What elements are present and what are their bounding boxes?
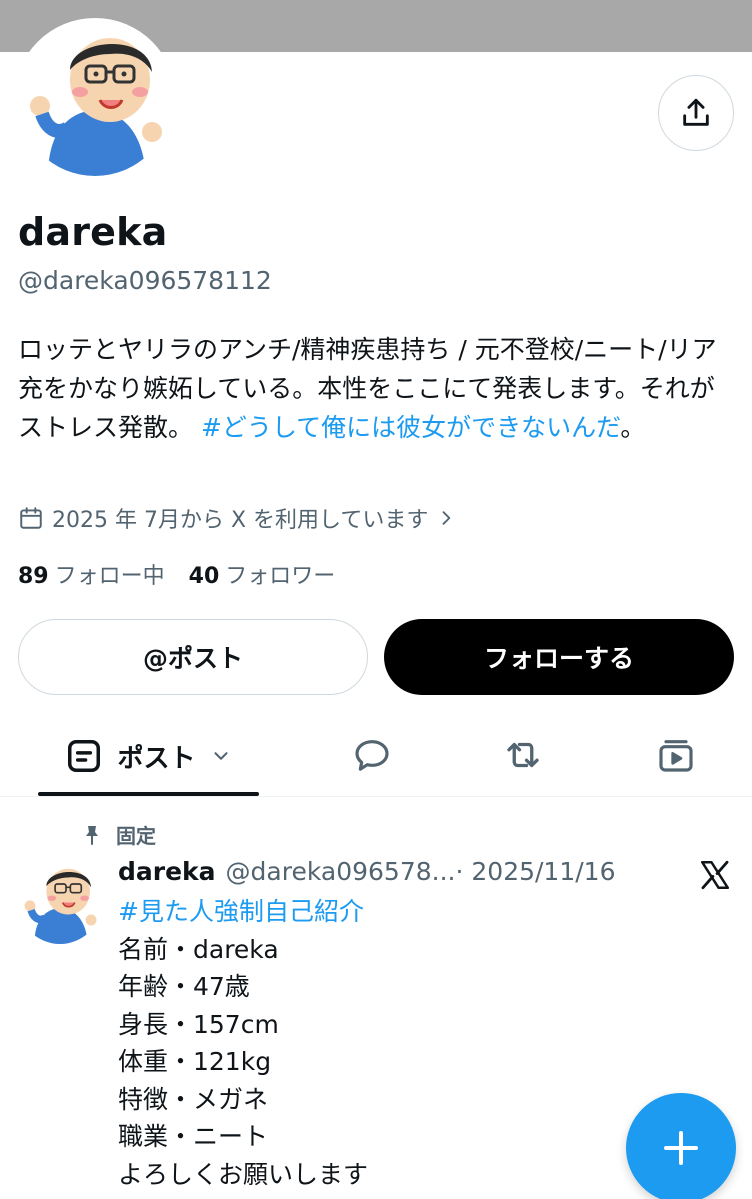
post-line: 職業・ニート <box>118 1122 269 1151</box>
bio-hashtag-link[interactable]: #どうして俺には彼女ができないんだ <box>201 413 620 442</box>
post-header: dareka @dareka096578... · 2025/11/16 <box>118 857 615 886</box>
following-count: 89 <box>18 564 49 589</box>
profile-display-name: dareka <box>18 210 168 254</box>
compose-post-button[interactable] <box>626 1093 736 1199</box>
post-author-avatar[interactable] <box>18 860 102 944</box>
chevron-right-icon <box>442 511 451 525</box>
tab-active-indicator <box>38 792 259 796</box>
follow-button[interactable]: フォローする <box>384 619 734 695</box>
mention-post-button[interactable]: @ポスト <box>18 619 368 695</box>
joined-text: 2025 年 7月から X を利用しています <box>52 508 429 533</box>
post-line: 名前・dareka <box>118 934 279 964</box>
chevron-down-icon <box>213 752 228 760</box>
pinned-indicator: 固定 <box>80 820 156 849</box>
bio-end: 。 <box>620 413 646 442</box>
tab-reposts[interactable] <box>501 733 545 777</box>
post-hashtag-link[interactable]: #見た人強制自己紹介 <box>118 893 368 931</box>
follow-stats: 89 フォロー中 40 フォロワー <box>18 558 335 590</box>
joined-date[interactable]: 2025 年 7月から X を利用しています <box>18 502 456 534</box>
post-line: 特徴・メガネ <box>118 1084 269 1114</box>
post-line: 身長・157cm <box>118 1009 279 1039</box>
calendar-icon <box>20 507 42 529</box>
posts-tab-icon <box>68 740 101 772</box>
avatar-illustration <box>18 22 172 176</box>
post-author-handle[interactable]: @dareka096578... <box>226 857 456 886</box>
following-label: フォロー中 <box>54 564 165 589</box>
followers-count: 40 <box>188 564 220 589</box>
post-author-name[interactable]: dareka <box>118 857 216 886</box>
tab-posts[interactable]: ポスト <box>38 715 259 797</box>
reply-icon <box>355 740 389 771</box>
followers-label: フォロワー <box>225 564 336 589</box>
post-avatar-illustration <box>18 860 102 944</box>
tab-posts-label: ポスト <box>117 743 196 774</box>
post-body[interactable]: #見た人強制自己紹介 名前・dareka 年齢・47歳 身長・157cm 体重・… <box>118 893 368 1193</box>
share-icon <box>683 98 709 126</box>
x-logo-icon <box>700 860 730 890</box>
tab-replies[interactable] <box>350 733 394 777</box>
post-date[interactable]: · 2025/11/16 <box>455 857 615 886</box>
media-icon <box>659 740 693 772</box>
repost-icon <box>507 742 539 768</box>
tab-media[interactable] <box>654 733 698 777</box>
profile-tabs: ポスト <box>0 715 752 797</box>
post-line: よろしくお願いします <box>118 1159 369 1189</box>
pinned-label: 固定 <box>116 824 156 848</box>
followers-link[interactable]: 40 フォロワー <box>189 558 336 590</box>
plus-icon <box>664 1131 698 1165</box>
post-line: 年齢・47歳 <box>118 972 250 1001</box>
share-button[interactable] <box>658 75 734 151</box>
profile-bio: ロッテとヤリラのアンチ/精神疾患持ち / 元不登校/ニート/リア充をかなり嫉妬し… <box>18 330 738 447</box>
pin-icon <box>86 825 98 845</box>
profile-avatar[interactable] <box>14 18 176 180</box>
post-line: 体重・121kg <box>118 1047 272 1076</box>
following-link[interactable]: 89 フォロー中 <box>18 558 165 590</box>
profile-handle: @dareka096578112 <box>18 266 272 295</box>
